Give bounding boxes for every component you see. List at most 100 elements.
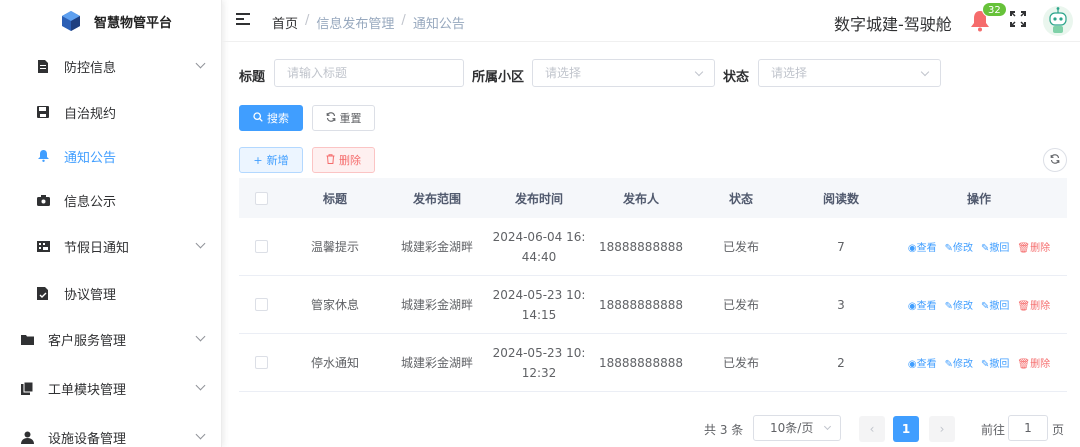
edit-button[interactable]: ✎修改 [945, 355, 973, 370]
delete-button[interactable]: 删除 [312, 147, 375, 173]
withdraw-label: 撤回 [989, 359, 1010, 370]
chevron-left-icon: ‹ [869, 422, 875, 436]
next-page-button[interactable]: › [929, 416, 955, 442]
trash-icon: 🗑 [1017, 359, 1031, 370]
eye-icon: ◉ [907, 359, 917, 370]
row-reads: 7 [837, 239, 845, 254]
row-publisher: 18888888888 [599, 355, 683, 370]
goto-page-input[interactable]: 1 [1008, 415, 1048, 441]
sidebar-item-label: 通知公告 [64, 150, 117, 166]
ticket-icon [36, 239, 50, 253]
bell-icon [36, 149, 50, 163]
app-title: 智慧物管平台 [94, 15, 173, 31]
edit-label: 修改 [953, 359, 974, 370]
sidebar-item-label: 客户服务管理 [48, 333, 127, 349]
row-check-cell [239, 356, 283, 369]
table-row: 管家休息 城建彩金湖畔 2024-05-23 10: 14:15 1888888… [239, 276, 1067, 334]
sidebar-item-label: 信息公示 [64, 194, 117, 210]
title-search-input[interactable]: 请输入标题 [274, 59, 464, 87]
row-status: 已发布 [722, 298, 759, 312]
row-checkbox[interactable] [254, 298, 268, 311]
row-check-cell [239, 240, 283, 253]
sidebar-item-prevention[interactable]: 防控信息 [0, 46, 222, 86]
chevron-down-icon [823, 422, 832, 431]
row-scope: 城建彩金湖畔 [400, 240, 473, 254]
sidebar-item-agreement[interactable]: 协议管理 [0, 273, 222, 313]
edit-button[interactable]: ✎修改 [945, 297, 973, 312]
chevron-down-icon [195, 58, 206, 69]
chevron-right-icon: › [939, 422, 945, 436]
sidebar-item-rules[interactable]: 自治规约 [0, 92, 222, 132]
row-actions: ◉查看 ✎修改 ✎撤回 🗑删除 [891, 239, 1067, 254]
delete-button-label: 删除 [339, 154, 361, 167]
camera-icon [36, 193, 50, 207]
chevron-down-icon [195, 331, 206, 342]
delete-label: 删除 [1030, 301, 1051, 312]
edit-icon: ✎ [944, 301, 954, 312]
view-button[interactable]: ◉查看 [908, 355, 937, 370]
row-time-line1: 2024-05-23 10: [492, 345, 586, 360]
trash-icon: 🗑 [1017, 243, 1031, 254]
files-icon [20, 381, 34, 395]
sidebar-item-holiday[interactable]: 节假日通知 [0, 226, 222, 266]
notice-table: 标题 发布范围 发布时间 发布人 状态 阅读数 操作 温馨提示 城建彩金湖畔 2… [239, 178, 1067, 392]
sidebar: 智慧物管平台 防控信息 自治规约 通知公告 信息公示 节假日通知 协议管理 客户… [0, 0, 222, 447]
view-button[interactable]: ◉查看 [908, 239, 937, 254]
fullscreen-icon[interactable] [1010, 11, 1026, 27]
chevron-down-icon [920, 67, 930, 77]
row-delete-button[interactable]: 🗑删除 [1017, 239, 1050, 254]
column-header: 发布时间 [514, 191, 563, 206]
view-label: 查看 [916, 243, 937, 254]
row-checkbox[interactable] [254, 356, 268, 369]
breadcrumb-home[interactable]: 首页 [272, 13, 298, 32]
withdraw-button[interactable]: ✎撤回 [981, 297, 1009, 312]
avatar[interactable] [1042, 4, 1074, 38]
row-time: 2024-05-23 10: 14:15 [487, 285, 591, 325]
chevron-down-icon [195, 380, 206, 391]
withdraw-button[interactable]: ✎撤回 [981, 355, 1009, 370]
edit-button[interactable]: ✎修改 [945, 239, 973, 254]
column-header: 阅读数 [822, 191, 859, 206]
sidebar-item-label: 自治规约 [64, 106, 117, 122]
refresh-table-button[interactable] [1043, 148, 1067, 172]
column-header: 发布人 [622, 191, 659, 206]
refresh-icon [1050, 153, 1060, 167]
row-delete-button[interactable]: 🗑删除 [1017, 297, 1050, 312]
row-time-line1: 2024-05-23 10: [492, 287, 586, 302]
withdraw-button[interactable]: ✎撤回 [981, 239, 1009, 254]
notification-badge: 32 [982, 2, 1007, 17]
row-reads: 3 [837, 297, 845, 312]
prev-page-button[interactable]: ‹ [859, 416, 885, 442]
hamburger-icon[interactable] [236, 13, 252, 27]
community-select[interactable]: 请选择 [532, 59, 715, 87]
title-filter-label: 标题 [239, 70, 266, 85]
view-button[interactable]: ◉查看 [908, 297, 937, 312]
delete-label: 删除 [1030, 243, 1051, 254]
table-row: 停水通知 城建彩金湖畔 2024-05-23 10: 12:32 1888888… [239, 334, 1067, 392]
reset-button[interactable]: 重置 [312, 105, 375, 131]
add-button[interactable]: + 新增 [239, 147, 303, 173]
dashboard-link[interactable]: 数字城建-驾驶舱 [834, 11, 952, 35]
select-all-checkbox[interactable] [254, 191, 268, 205]
folder-icon [20, 332, 34, 346]
sidebar-item-facility[interactable]: 设施设备管理 [0, 417, 222, 447]
user-icon [20, 430, 34, 444]
sidebar-item-notice[interactable]: 通知公告 [0, 136, 222, 176]
edit-icon: ✎ [944, 243, 954, 254]
sidebar-item-label: 工单模块管理 [48, 382, 127, 398]
page-size-select[interactable]: 10条/页 [753, 415, 841, 441]
page-number-button[interactable]: 1 [893, 416, 919, 442]
sidebar-item-customer-service[interactable]: 客户服务管理 [0, 319, 222, 359]
status-select[interactable]: 请选择 [758, 59, 941, 87]
search-button[interactable]: 搜索 [239, 105, 303, 131]
status-select-placeholder: 请选择 [771, 66, 808, 80]
row-checkbox[interactable] [254, 240, 268, 253]
reset-button-label: 重置 [339, 112, 362, 125]
sidebar-item-work-order[interactable]: 工单模块管理 [0, 368, 222, 408]
sidebar-item-publicity[interactable]: 信息公示 [0, 180, 222, 220]
row-title: 停水通知 [310, 356, 359, 370]
row-publisher: 18888888888 [599, 239, 683, 254]
sidebar-item-label: 设施设备管理 [48, 431, 127, 447]
column-header: 状态 [728, 191, 753, 206]
row-delete-button[interactable]: 🗑删除 [1017, 355, 1050, 370]
